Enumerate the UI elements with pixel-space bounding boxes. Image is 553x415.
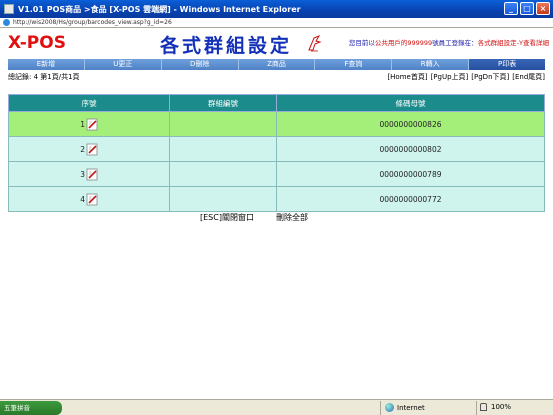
action-links: [ESC]關閉窗口 刪除全部 bbox=[200, 212, 308, 223]
menu-item-add[interactable]: E新增 bbox=[8, 59, 85, 70]
seq-cell: 4 bbox=[8, 186, 170, 212]
pager-next[interactable]: [PgDn下頁] bbox=[471, 72, 509, 82]
seq-cell: 3 bbox=[8, 161, 170, 187]
edit-icon[interactable] bbox=[86, 193, 99, 206]
status-divider bbox=[476, 401, 477, 415]
edit-icon[interactable] bbox=[86, 168, 99, 181]
table-row[interactable]: 4 0000000000772 bbox=[8, 186, 545, 212]
header: X-POS 各式群組設定 您目前以公共用戶的999999號員工登錄在：各式群組設… bbox=[0, 28, 553, 59]
current-location: 各式群組設定-Y查看詳細 bbox=[477, 39, 549, 47]
record-info-row: 總記錄: 4 第1頁/共1頁 [Home首頁] [PgUp上頁] [PgDn下頁… bbox=[8, 72, 545, 82]
column-header-group[interactable]: 群組編號 bbox=[169, 94, 277, 112]
barcode-cell: 0000000000826 bbox=[276, 111, 545, 137]
protected-mode-icon bbox=[480, 403, 487, 411]
menu-item-update[interactable]: U更正 bbox=[84, 59, 162, 70]
barcode-cell: 0000000000802 bbox=[276, 136, 545, 162]
seq-cell: 1 bbox=[8, 111, 170, 137]
address-url[interactable]: http://wis2008/Hs/group/barcodes_view.as… bbox=[13, 19, 172, 26]
pager-first[interactable]: [Home首頁] bbox=[387, 72, 427, 82]
window-title: V1.01 POS商品 >食品 [X-POS 雲端網] - Windows In… bbox=[18, 4, 301, 14]
menu-bar: E新增 U更正 D刪除 Z商品 F查詢 R轉入 P印表 bbox=[8, 59, 546, 70]
ie-app-icon bbox=[4, 4, 14, 14]
table-row[interactable]: 3 0000000000789 bbox=[8, 161, 545, 187]
globe-icon bbox=[385, 403, 394, 412]
edit-icon[interactable] bbox=[86, 118, 99, 131]
seq-cell: 2 bbox=[8, 136, 170, 162]
menu-item-delete[interactable]: D刪除 bbox=[161, 59, 239, 70]
logo: X-POS bbox=[8, 33, 66, 53]
pager-prev[interactable]: [PgUp上頁] bbox=[431, 72, 469, 82]
barcode-cell: 0000000000772 bbox=[276, 186, 545, 212]
row-seq: 4 bbox=[80, 194, 85, 204]
user-id: 公共用戶的999999 bbox=[374, 39, 433, 47]
zoom-level[interactable]: 100% bbox=[491, 403, 511, 411]
pager-last[interactable]: [End尾頁] bbox=[512, 72, 545, 82]
group-cell bbox=[169, 186, 277, 212]
security-zone[interactable]: Internet bbox=[385, 403, 425, 412]
record-summary: 總記錄: 4 第1頁/共1頁 bbox=[8, 73, 80, 81]
minimize-button[interactable]: _ bbox=[504, 2, 518, 15]
zone-label: Internet bbox=[397, 403, 425, 412]
group-cell bbox=[169, 136, 277, 162]
status-divider bbox=[380, 401, 381, 415]
page-content: X-POS 各式群組設定 您目前以公共用戶的999999號員工登錄在：各式群組設… bbox=[0, 28, 553, 399]
page-title: 各式群組設定 bbox=[160, 35, 293, 57]
taskbar-input-method-button[interactable]: 五筆拼音 bbox=[0, 401, 62, 415]
row-seq: 1 bbox=[80, 119, 85, 129]
row-seq: 2 bbox=[80, 144, 85, 154]
row-seq: 3 bbox=[80, 169, 85, 179]
page-icon bbox=[3, 19, 10, 26]
group-cell bbox=[169, 111, 277, 137]
barcode-table: 序號 群組編號 條碼母號 1 0000000000826 2 000000000… bbox=[8, 94, 545, 212]
table-header-row: 序號 群組編號 條碼母號 bbox=[8, 94, 545, 112]
menu-item-search[interactable]: F查詢 bbox=[315, 59, 393, 70]
group-cell bbox=[169, 161, 277, 187]
zoom-control[interactable]: 100% bbox=[480, 403, 511, 411]
user-info: 您目前以公共用戶的999999號員工登錄在：各式群組設定-Y查看詳細 bbox=[339, 39, 549, 47]
address-bar[interactable]: http://wis2008/Hs/group/barcodes_view.as… bbox=[0, 18, 553, 28]
column-header-barcode[interactable]: 條碼母號 bbox=[276, 94, 545, 112]
barcode-cell: 0000000000789 bbox=[276, 161, 545, 187]
close-window-link[interactable]: [ESC]關閉窗口 bbox=[200, 212, 254, 223]
menu-item-products[interactable]: Z商品 bbox=[238, 59, 316, 70]
maximize-button[interactable]: □ bbox=[520, 2, 534, 15]
table-row[interactable]: 1 0000000000826 bbox=[8, 111, 545, 137]
column-header-seq[interactable]: 序號 bbox=[8, 94, 170, 112]
edit-icon[interactable] bbox=[86, 143, 99, 156]
user-info-prefix: 您目前以 bbox=[348, 39, 375, 47]
menu-item-print[interactable]: P印表 bbox=[469, 59, 546, 70]
window-titlebar[interactable]: V1.01 POS商品 >食品 [X-POS 雲端網] - Windows In… bbox=[0, 0, 553, 18]
delete-all-link[interactable]: 刪除全部 bbox=[276, 212, 308, 223]
pager: [Home首頁] [PgUp上頁] [PgDn下頁] [End尾頁] bbox=[387, 72, 545, 82]
menu-item-import[interactable]: R轉入 bbox=[392, 59, 470, 70]
status-bar: 五筆拼音 Internet 100% bbox=[0, 399, 553, 415]
user-info-suffix: 號員工登錄在： bbox=[432, 39, 478, 47]
bird-logo-icon bbox=[308, 34, 322, 52]
close-button[interactable]: × bbox=[536, 2, 550, 15]
table-row[interactable]: 2 0000000000802 bbox=[8, 136, 545, 162]
